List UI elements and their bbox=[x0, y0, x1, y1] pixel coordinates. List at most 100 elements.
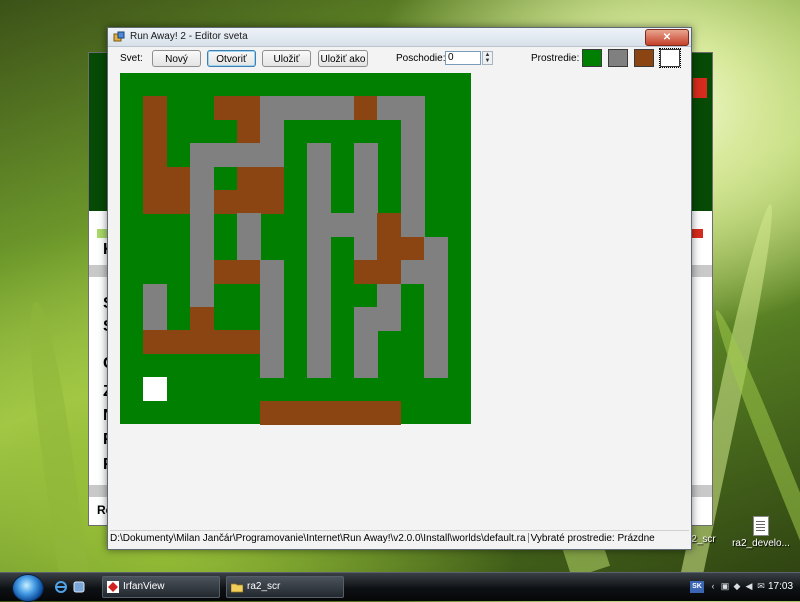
road-tile[interactable] bbox=[354, 190, 378, 214]
dirt-tile[interactable] bbox=[237, 119, 261, 144]
floor-input[interactable]: 0 bbox=[445, 51, 481, 65]
road-tile[interactable] bbox=[143, 283, 168, 308]
dirt-tile[interactable] bbox=[354, 96, 378, 121]
volume-icon[interactable]: ◀ bbox=[744, 581, 754, 591]
dirt-tile[interactable] bbox=[143, 190, 168, 214]
dirt-tile[interactable] bbox=[213, 96, 238, 121]
palette-swatch-grey[interactable] bbox=[608, 49, 628, 67]
road-tile[interactable] bbox=[330, 96, 355, 121]
dirt-tile[interactable] bbox=[283, 400, 308, 425]
media-quicklaunch-icon[interactable] bbox=[72, 580, 86, 594]
road-tile[interactable] bbox=[307, 330, 332, 355]
save-as-button[interactable]: Uložiť ako bbox=[318, 50, 368, 67]
language-indicator[interactable]: SK bbox=[690, 581, 704, 593]
road-tile[interactable] bbox=[424, 353, 449, 378]
road-tile[interactable] bbox=[307, 260, 332, 285]
road-tile[interactable] bbox=[307, 96, 332, 121]
road-tile[interactable] bbox=[307, 166, 332, 191]
dirt-tile[interactable] bbox=[213, 260, 238, 285]
road-tile[interactable] bbox=[213, 143, 238, 168]
dirt-tile[interactable] bbox=[237, 190, 261, 214]
road-tile[interactable] bbox=[354, 213, 378, 238]
road-tile[interactable] bbox=[400, 190, 425, 214]
map-canvas[interactable] bbox=[120, 73, 471, 425]
road-tile[interactable] bbox=[190, 190, 215, 214]
start-button[interactable] bbox=[12, 574, 44, 602]
dirt-tile[interactable] bbox=[260, 166, 285, 191]
palette-swatch-brown[interactable] bbox=[634, 49, 654, 67]
dirt-tile[interactable] bbox=[143, 143, 168, 168]
dirt-tile[interactable] bbox=[190, 307, 215, 331]
road-tile[interactable] bbox=[400, 213, 425, 238]
road-tile[interactable] bbox=[354, 143, 378, 168]
save-button[interactable]: Uložiť bbox=[262, 50, 311, 67]
dirt-tile[interactable] bbox=[354, 260, 378, 285]
road-tile[interactable] bbox=[377, 307, 402, 331]
road-tile[interactable] bbox=[424, 307, 449, 331]
taskbar-item-irfanview[interactable]: IrfanView bbox=[102, 576, 220, 598]
road-tile[interactable] bbox=[260, 260, 285, 285]
palette-swatch-white[interactable] bbox=[659, 48, 681, 68]
dirt-tile[interactable] bbox=[237, 330, 261, 355]
taskbar-item-ra2-scr[interactable]: ra2_scr bbox=[226, 576, 344, 598]
dirt-tile[interactable] bbox=[400, 236, 425, 261]
dirt-tile[interactable] bbox=[166, 330, 191, 355]
app-tray-icon[interactable]: ◆ bbox=[732, 581, 742, 591]
road-tile[interactable] bbox=[307, 353, 332, 378]
dirt-tile[interactable] bbox=[143, 166, 168, 191]
ie-quicklaunch-icon[interactable] bbox=[54, 580, 68, 594]
road-tile[interactable] bbox=[330, 213, 355, 238]
road-tile[interactable] bbox=[190, 166, 215, 191]
road-tile[interactable] bbox=[237, 236, 261, 261]
palette-swatch-green[interactable] bbox=[582, 49, 602, 67]
dirt-tile[interactable] bbox=[213, 190, 238, 214]
road-tile[interactable] bbox=[307, 213, 332, 238]
close-button[interactable]: ✕ bbox=[645, 29, 689, 46]
spin-down-icon[interactable]: ▼ bbox=[484, 58, 491, 64]
network-icon[interactable]: ▣ bbox=[720, 581, 730, 591]
road-tile[interactable] bbox=[260, 353, 285, 378]
dirt-tile[interactable] bbox=[237, 260, 261, 285]
dirt-tile[interactable] bbox=[354, 400, 378, 425]
road-tile[interactable] bbox=[377, 283, 402, 308]
road-tile[interactable] bbox=[237, 143, 261, 168]
road-tile[interactable] bbox=[190, 283, 215, 308]
road-tile[interactable] bbox=[143, 307, 168, 331]
road-tile[interactable] bbox=[307, 143, 332, 168]
start-tile[interactable] bbox=[143, 377, 168, 402]
dirt-tile[interactable] bbox=[237, 166, 261, 191]
road-tile[interactable] bbox=[190, 260, 215, 285]
dirt-tile[interactable] bbox=[377, 260, 402, 285]
road-tile[interactable] bbox=[260, 143, 285, 168]
open-button[interactable]: Otvoriť bbox=[207, 50, 256, 67]
road-tile[interactable] bbox=[307, 307, 332, 331]
road-tile[interactable] bbox=[260, 96, 285, 121]
road-tile[interactable] bbox=[354, 353, 378, 378]
dirt-tile[interactable] bbox=[260, 190, 285, 214]
new-button[interactable]: Nový bbox=[152, 50, 201, 67]
dirt-tile[interactable] bbox=[143, 119, 168, 144]
road-tile[interactable] bbox=[307, 283, 332, 308]
desktop-icon-ra2-develo[interactable]: ra2_develo... bbox=[726, 516, 796, 549]
road-tile[interactable] bbox=[307, 190, 332, 214]
road-tile[interactable] bbox=[400, 96, 425, 121]
road-tile[interactable] bbox=[190, 143, 215, 168]
editor-window[interactable]: Run Away! 2 - Editor sveta ✕ Svet: Nový … bbox=[107, 27, 692, 550]
road-tile[interactable] bbox=[400, 119, 425, 144]
dirt-tile[interactable] bbox=[260, 400, 285, 425]
dirt-tile[interactable] bbox=[377, 236, 402, 261]
road-tile[interactable] bbox=[354, 236, 378, 261]
road-tile[interactable] bbox=[424, 236, 449, 261]
mail-icon[interactable]: ✉ bbox=[756, 581, 766, 591]
road-tile[interactable] bbox=[400, 166, 425, 191]
dirt-tile[interactable] bbox=[143, 330, 168, 355]
road-tile[interactable] bbox=[400, 143, 425, 168]
clock[interactable]: 17:03 bbox=[768, 576, 793, 598]
road-tile[interactable] bbox=[260, 119, 285, 144]
road-tile[interactable] bbox=[354, 166, 378, 191]
title-bar[interactable]: Run Away! 2 - Editor sveta ✕ bbox=[108, 28, 691, 47]
road-tile[interactable] bbox=[400, 260, 425, 285]
road-tile[interactable] bbox=[260, 307, 285, 331]
dirt-tile[interactable] bbox=[307, 400, 332, 425]
dirt-tile[interactable] bbox=[166, 166, 191, 191]
